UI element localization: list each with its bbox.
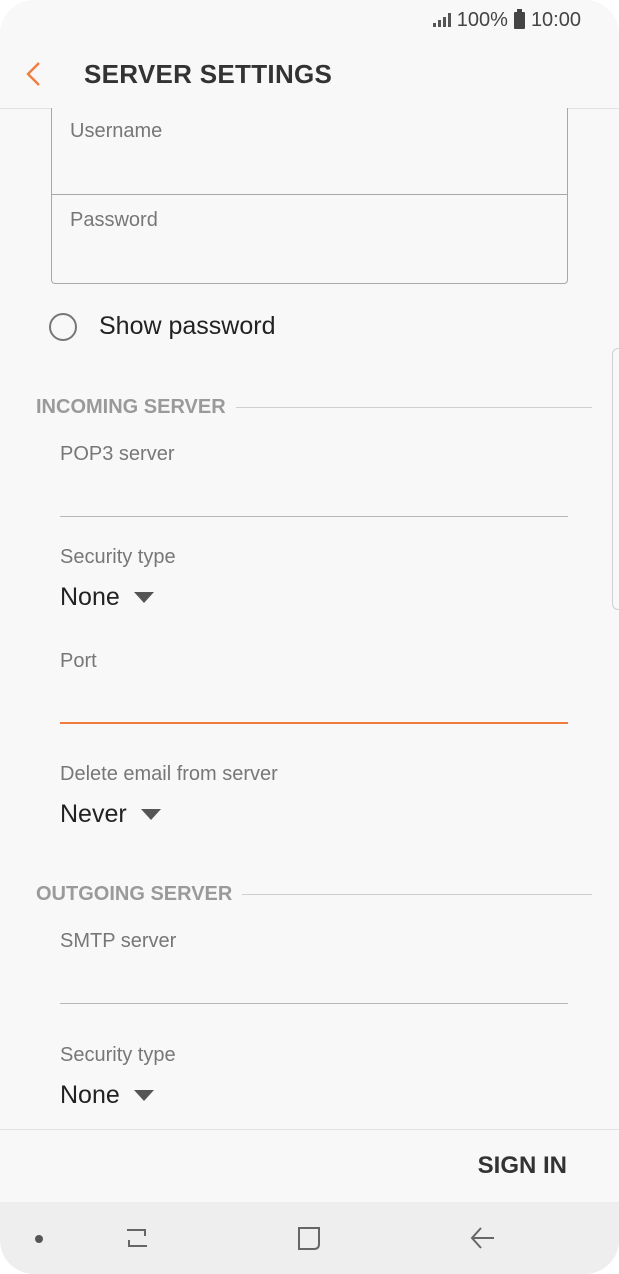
- delete-email-dropdown[interactable]: Never: [60, 800, 161, 829]
- radio-icon[interactable]: [49, 312, 77, 341]
- incoming-server-header: INCOMING SERVER: [36, 396, 592, 419]
- bottom-action-bar: SIGN IN: [0, 1129, 619, 1203]
- port-label: Port: [60, 650, 97, 672]
- delete-email-value: Never: [60, 800, 127, 828]
- nav-dot-icon: [35, 1235, 43, 1243]
- page-title: SERVER SETTINGS: [84, 58, 333, 89]
- signal-icon: [432, 13, 451, 27]
- system-nav-bar: [0, 1202, 619, 1274]
- smtp-server-label: SMTP server: [60, 930, 177, 952]
- incoming-security-dropdown[interactable]: None: [60, 583, 154, 612]
- recents-icon: [127, 1229, 147, 1247]
- sign-in-button[interactable]: SIGN IN: [478, 1152, 567, 1180]
- caret-down-icon: [133, 592, 154, 603]
- port-input[interactable]: [60, 722, 568, 724]
- back-arrow-icon: [26, 62, 40, 86]
- outgoing-security-dropdown[interactable]: None: [60, 1081, 154, 1110]
- battery-icon: [513, 8, 525, 29]
- show-password-option[interactable]: Show password: [49, 312, 275, 341]
- delete-email-label: Delete email from server: [60, 763, 278, 785]
- username-label: Username: [70, 120, 163, 142]
- credentials-box: Username Password: [51, 108, 568, 284]
- username-field[interactable]: Username: [52, 108, 567, 195]
- show-password-label: Show password: [99, 312, 276, 340]
- outgoing-server-header: OUTGOING SERVER: [36, 883, 592, 906]
- app-bar: SERVER SETTINGS: [0, 40, 619, 109]
- outgoing-server-title: OUTGOING SERVER: [36, 883, 233, 905]
- outgoing-security-value: None: [60, 1081, 120, 1109]
- password-field[interactable]: Password: [52, 195, 567, 283]
- password-label: Password: [70, 209, 158, 231]
- battery-percent: 100%: [456, 8, 508, 31]
- settings-form: Username Password Show password INCOMING…: [0, 108, 619, 1128]
- back-button[interactable]: [24, 44, 84, 104]
- caret-down-icon: [133, 1090, 154, 1101]
- back-nav-button[interactable]: [463, 1218, 503, 1258]
- section-divider: [242, 894, 592, 895]
- outgoing-security-label: Security type: [60, 1044, 176, 1066]
- incoming-security-value: None: [60, 583, 120, 611]
- clock: 10:00: [530, 8, 581, 31]
- pop3-server-input[interactable]: [60, 516, 568, 517]
- status-bar: 100% 10:00: [0, 0, 619, 40]
- incoming-security-label: Security type: [60, 546, 176, 568]
- back-nav-icon: [470, 1227, 494, 1249]
- scroll-handle[interactable]: [612, 348, 619, 610]
- caret-down-icon: [140, 809, 161, 820]
- recents-button[interactable]: [117, 1218, 157, 1258]
- home-button[interactable]: [290, 1218, 330, 1258]
- smtp-server-input[interactable]: [60, 1003, 568, 1004]
- home-icon: [298, 1227, 320, 1250]
- incoming-server-title: INCOMING SERVER: [36, 396, 226, 418]
- section-divider: [235, 407, 592, 408]
- phone-screen: 100% 10:00 SERVER SETTINGS Username Pass…: [0, 0, 619, 1274]
- pop3-server-label: POP3 server: [60, 443, 175, 465]
